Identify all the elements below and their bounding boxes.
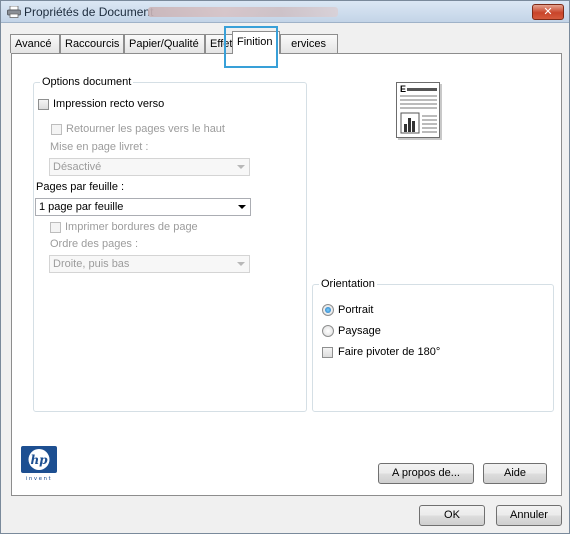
hp-logo-tagline: invent <box>26 476 52 482</box>
pages-per-sheet-value: 1 page par feuille <box>39 201 124 213</box>
pages-per-sheet-label: Pages par feuille : <box>36 181 125 193</box>
booklet-select-value: Désactivé <box>53 161 102 173</box>
document-properties-window: Propriétés de Document ✕ Avancé Raccourc… <box>0 0 570 534</box>
close-button[interactable]: ✕ <box>532 4 564 20</box>
portrait-label: Portrait <box>338 304 374 316</box>
print-borders-label: Imprimer bordures de page <box>65 221 198 233</box>
tab-services[interactable]: ervices <box>280 34 338 53</box>
duplex-label: Impression recto verso <box>53 98 165 110</box>
portrait-radio[interactable] <box>322 304 334 316</box>
rotate-180-checkbox[interactable] <box>322 347 333 358</box>
printer-icon <box>7 6 21 18</box>
booklet-label: Mise en page livret : <box>50 141 149 153</box>
hp-logo-text: hp <box>30 453 48 467</box>
chevron-down-icon <box>237 262 245 266</box>
cancel-button[interactable]: Annuler <box>496 505 562 526</box>
redacted-printer-name <box>148 7 338 17</box>
hp-logo: hp invent <box>21 446 57 482</box>
ok-button[interactable]: OK <box>419 505 485 526</box>
rotate-180-label: Faire pivoter de 180° <box>338 346 441 358</box>
tab-services-label: ervices <box>291 38 326 50</box>
window-title: Propriétés de Document <box>24 5 154 19</box>
flip-pages-label: Retourner les pages vers le haut <box>66 123 225 135</box>
page-preview-image: E <box>396 82 440 138</box>
tab-raccourcis[interactable]: Raccourcis <box>60 34 124 53</box>
orientation-legend: Orientation <box>319 278 377 290</box>
about-button[interactable]: A propos de... <box>378 463 474 484</box>
duplex-checkbox[interactable] <box>38 99 49 110</box>
preview-lines-icon <box>400 88 437 134</box>
booklet-select[interactable]: Désactivé <box>49 158 250 176</box>
landscape-radio[interactable] <box>322 325 334 337</box>
help-button[interactable]: Aide <box>483 463 547 484</box>
landscape-label: Paysage <box>338 325 381 337</box>
tab-finition[interactable]: Finition <box>232 31 280 54</box>
chevron-down-icon <box>238 205 246 209</box>
page-order-select-value: Droite, puis bas <box>53 258 130 270</box>
tab-avance[interactable]: Avancé <box>10 34 60 53</box>
pages-per-sheet-select[interactable]: 1 page par feuille <box>35 198 251 216</box>
page-order-label: Ordre des pages : <box>50 238 139 250</box>
flip-pages-checkbox[interactable] <box>51 124 62 135</box>
title-bar: Propriétés de Document ✕ <box>1 1 569 23</box>
options-document-legend: Options document <box>40 76 134 88</box>
page-order-select[interactable]: Droite, puis bas <box>49 255 250 273</box>
print-borders-checkbox[interactable] <box>50 222 61 233</box>
finition-panel: Options document Impression recto verso … <box>11 53 562 496</box>
tab-papier-qualite[interactable]: Papier/Qualité <box>124 34 205 53</box>
chevron-down-icon <box>237 165 245 169</box>
